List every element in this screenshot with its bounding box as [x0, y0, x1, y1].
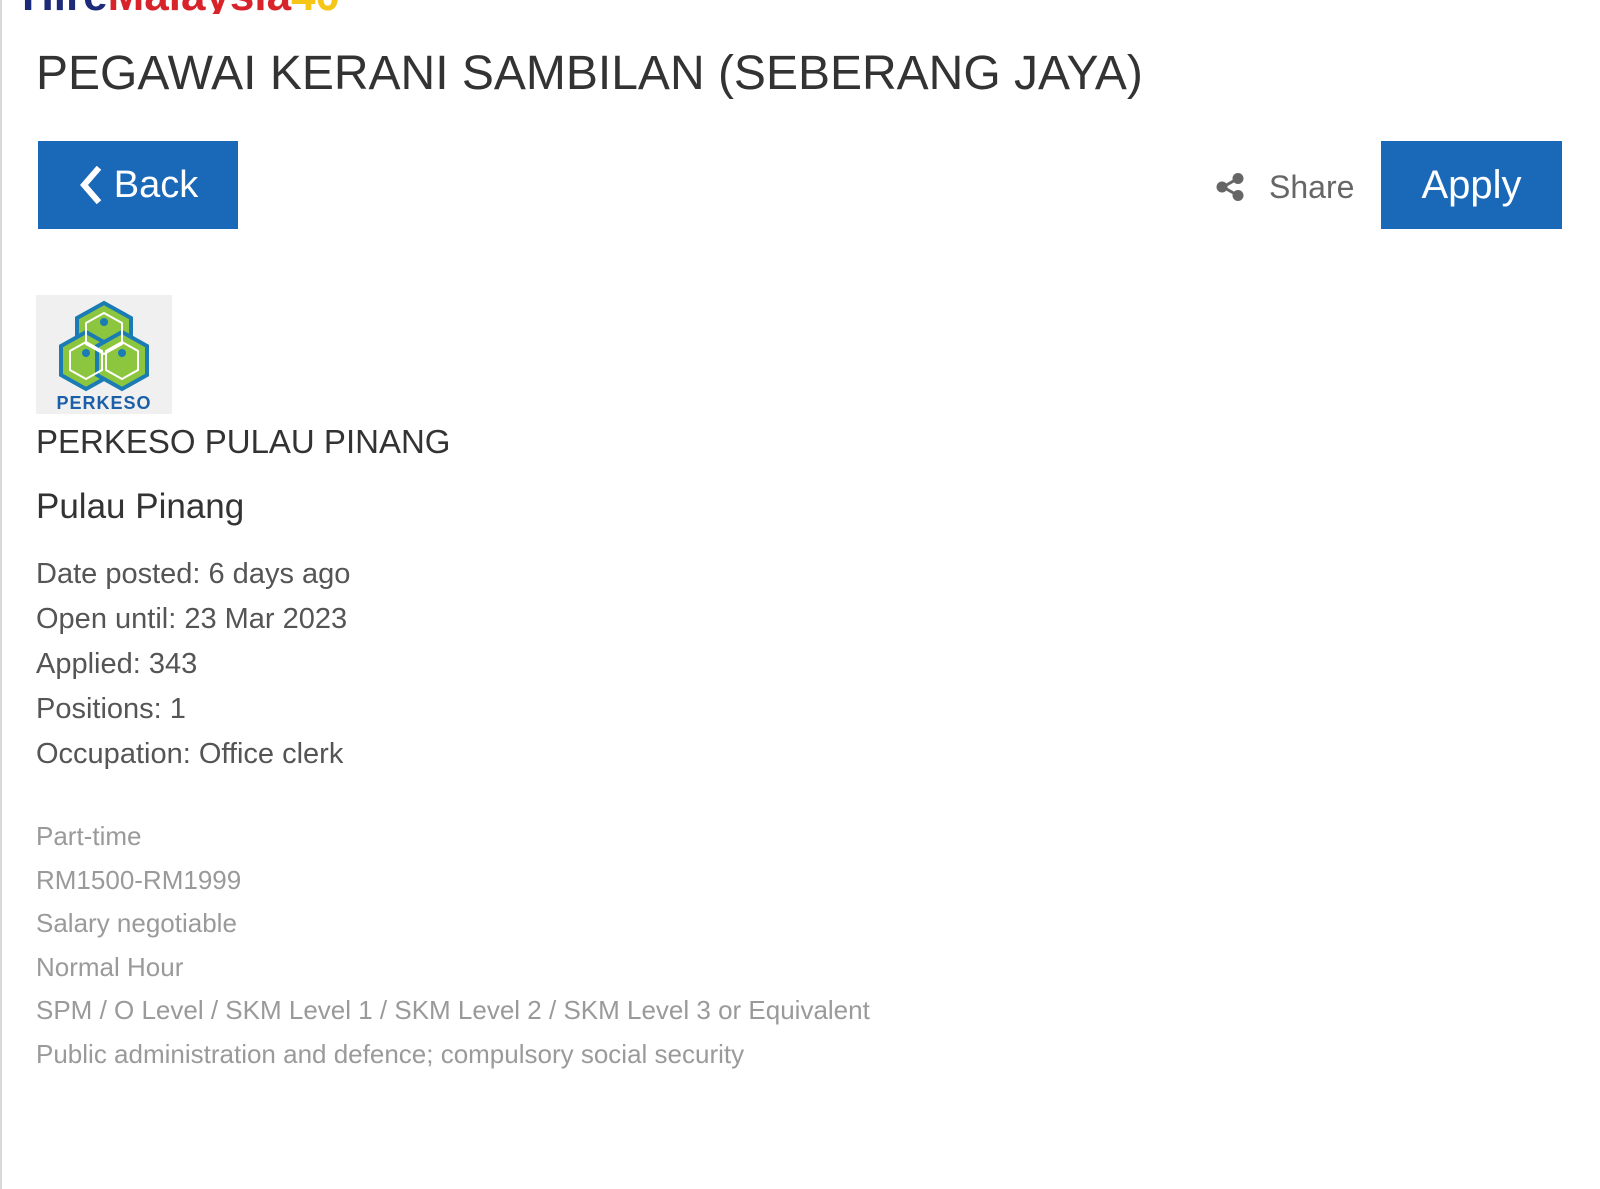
job-location: Pulau Pinang — [36, 487, 245, 526]
job-details-list: Date posted: 6 days ago Open until: 23 M… — [36, 552, 350, 777]
tag-salary-negotiable: Salary negotiable — [36, 908, 237, 939]
job-title: PEGAWAI KERANI SAMBILAN (SEBERANG JAYA) — [36, 47, 1143, 100]
tag-working-hours: Normal Hour — [36, 951, 184, 982]
chevron-left-icon — [79, 166, 101, 204]
apply-button-label: Apply — [1421, 162, 1522, 207]
share-icon — [1216, 173, 1244, 201]
tag-salary-range: RM1500-RM1999 — [36, 864, 242, 895]
detail-applied-count: Applied: 343 — [36, 648, 198, 680]
site-logo-part-hire: Hire — [22, 0, 108, 14]
company-logo: PERKESO — [36, 295, 172, 414]
detail-positions: Positions: 1 — [36, 693, 186, 725]
detail-occupation: Occupation: Office clerk — [36, 738, 344, 770]
detail-open-until: Open until: 23 Mar 2023 — [36, 603, 348, 635]
page-left-border — [0, 0, 2, 1189]
job-tags-list: Part-time RM1500-RM1999 Salary negotiabl… — [36, 815, 870, 1077]
tag-industry: Public administration and defence; compu… — [36, 1038, 745, 1069]
company-logo-text: PERKESO — [56, 393, 151, 413]
company-name[interactable]: PERKESO PULAU PINANG — [36, 420, 450, 464]
detail-date-posted: Date posted: 6 days ago — [36, 558, 351, 590]
site-logo[interactable]: HireMalaysia40 — [22, 0, 340, 14]
tag-education: SPM / O Level / SKM Level 1 / SKM Level … — [36, 995, 870, 1026]
share-button[interactable]: Share — [1215, 165, 1354, 209]
site-logo-part-malaysia: Malaysia — [108, 0, 291, 14]
back-button-label: Back — [113, 163, 199, 206]
share-label: Share — [1269, 168, 1355, 205]
apply-button[interactable]: Apply — [1381, 141, 1562, 229]
tag-employment-type: Part-time — [36, 821, 142, 851]
site-logo-part-number: 40 — [291, 0, 340, 14]
back-button[interactable]: Back — [38, 141, 238, 229]
